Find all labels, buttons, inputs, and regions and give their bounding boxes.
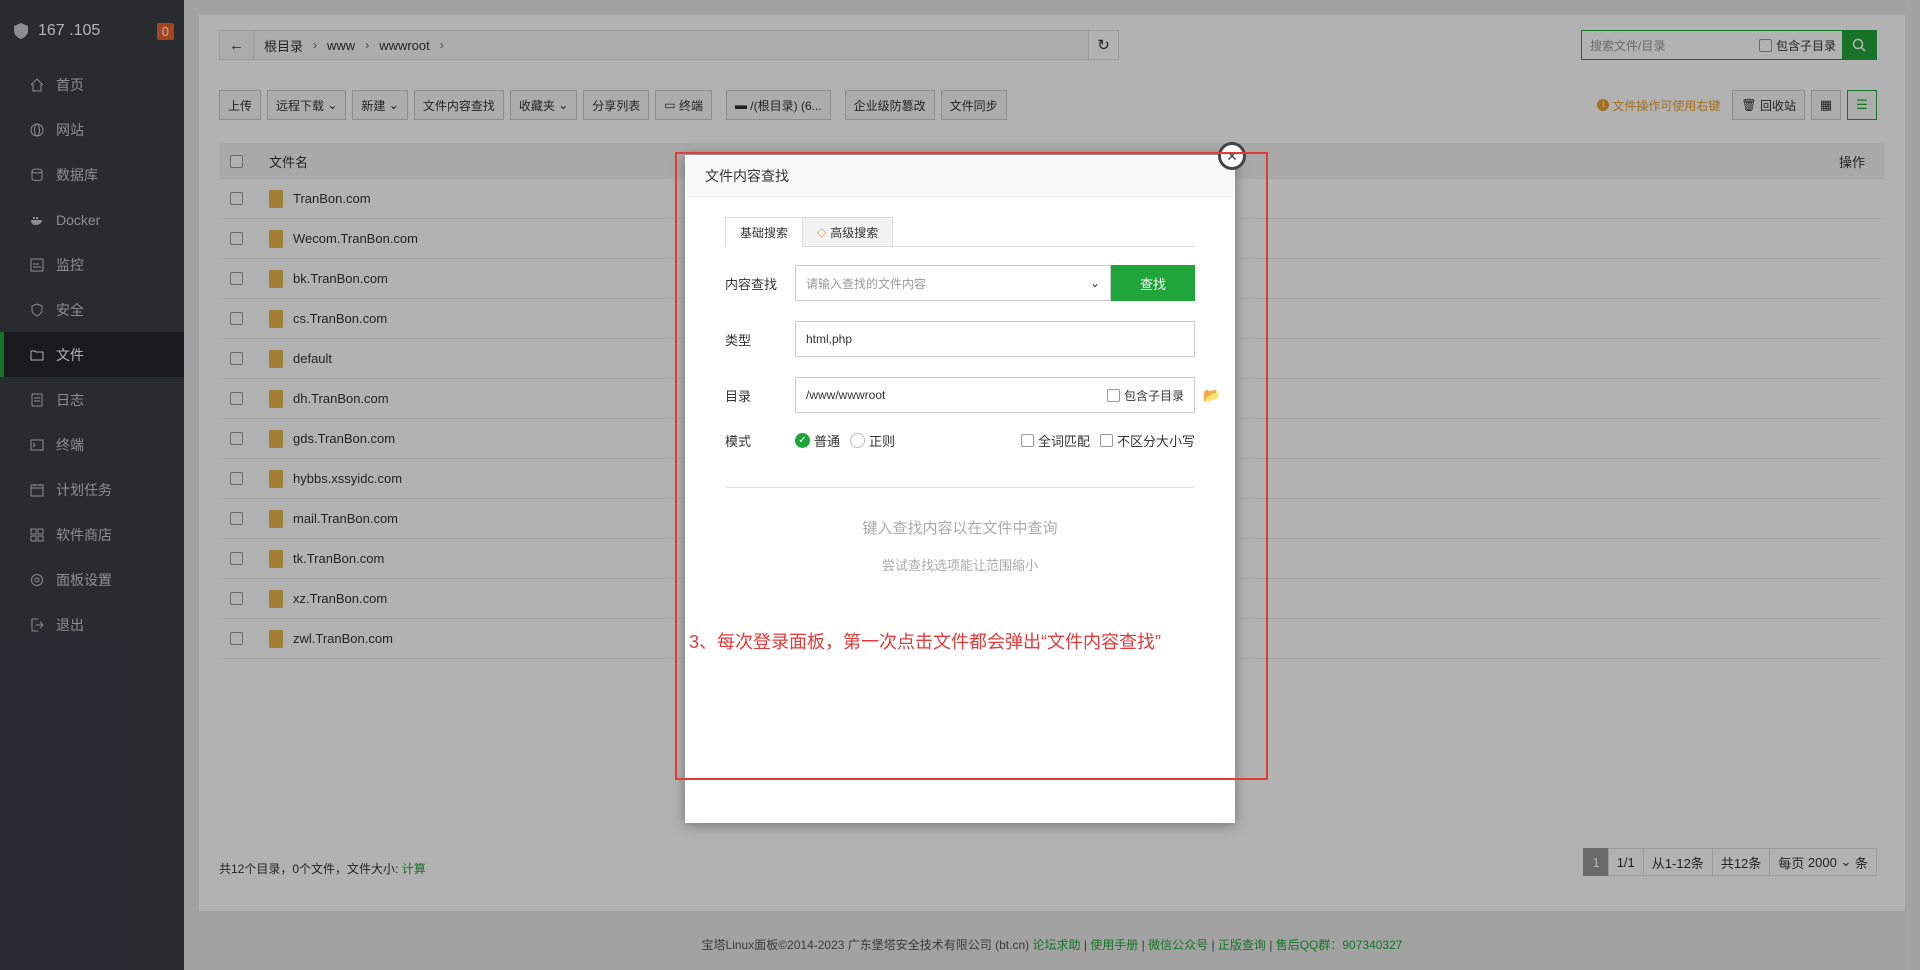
annotation-box bbox=[675, 152, 1268, 780]
annotation-text: 3、每次登录面板，第一次点击文件都会弹出“文件内容查找” bbox=[689, 632, 1161, 652]
